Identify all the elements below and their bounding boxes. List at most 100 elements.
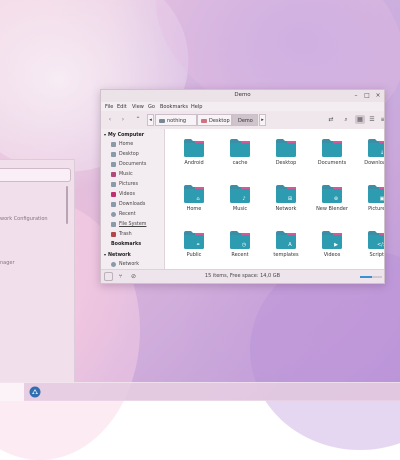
sidebar-item-recent[interactable]: Recent [101, 210, 164, 219]
status-text: 15 items, Free space: 14,0 GB [204, 273, 281, 279]
background-window[interactable]: work Configuration nager [0, 159, 75, 383]
sidebar: ▾ My Computer Home Desktop Documents Musi… [101, 129, 165, 269]
folder-android-icon [184, 139, 204, 157]
minimize-button[interactable]: – [352, 92, 360, 100]
folder-glyph: ▣ [380, 196, 385, 202]
folder-cache-icon [230, 139, 250, 157]
folder-glyph: ↓ [380, 150, 384, 156]
desktop-icon [111, 152, 116, 157]
folder-templates-icon: A [276, 231, 296, 249]
file-name: Pictures [368, 206, 385, 212]
menu-bar: File Edit View Go Bookmarks Help [101, 102, 384, 111]
file-item[interactable]: ▣ Pictures [355, 178, 385, 222]
list-view-button[interactable]: ☰ [367, 115, 377, 124]
menu-edit[interactable]: Edit [117, 104, 127, 110]
recent-icon [111, 212, 116, 217]
folder-glyph: </> [377, 242, 385, 248]
sidebar-item-trash[interactable]: Trash [101, 230, 164, 239]
file-item[interactable]: </> Scripts [355, 224, 385, 268]
file-name: Scripts [369, 252, 385, 258]
toolbar: ‹ › ⌃ ◂ nothing Desktop Demo ▸ ⇄ ⌕ ▦ ☰ ≡ [101, 111, 384, 130]
icon-view-button[interactable]: ▦ [355, 115, 365, 124]
file-item[interactable]: ⊞ Network [263, 178, 309, 222]
breadcrumb-nothing[interactable]: nothing [155, 114, 197, 126]
file-item[interactable]: Desktop [263, 132, 309, 176]
folder-music-icon: ♪ [230, 185, 250, 203]
file-item[interactable]: ▶ Videos [309, 224, 355, 268]
folder-recent-icon: ◷ [230, 231, 250, 249]
title-bar[interactable]: Demo – □ × [101, 90, 384, 102]
forward-icon[interactable]: › [119, 116, 127, 124]
sidebar-item-home[interactable]: Home [101, 140, 164, 149]
taskbar-active-item[interactable] [0, 383, 24, 401]
network-icon [111, 262, 116, 267]
search-icon[interactable]: ⌕ [342, 116, 350, 124]
folder-documents-icon [322, 139, 342, 157]
folder-downloads-icon: ↓ [368, 139, 384, 157]
zoom-slider[interactable] [360, 276, 382, 278]
music-icon [111, 172, 116, 177]
back-icon[interactable]: ‹ [106, 116, 114, 124]
file-item[interactable]: cache [217, 132, 263, 176]
file-item[interactable]: ⊛ New Blender [309, 178, 355, 222]
menu-bookmarks[interactable]: Bookmarks [160, 104, 188, 110]
folder-network-icon: ⊞ [276, 185, 296, 203]
file-item[interactable]: ◷ Recent [217, 224, 263, 268]
maximize-button[interactable]: □ [363, 92, 371, 100]
trash-icon [111, 232, 116, 237]
folder-glyph: A [288, 242, 292, 248]
sidebar-item-desktop[interactable]: Desktop [101, 150, 164, 159]
folder-glyph: ◷ [242, 242, 247, 248]
up-icon[interactable]: ⌃ [134, 116, 142, 124]
folder-glyph: ⊞ [288, 196, 292, 202]
file-grid[interactable]: AndroidcacheDesktopDocuments ↓ Downloads ⌂H… [165, 129, 384, 269]
downloads-icon [111, 202, 116, 207]
videos-icon [111, 192, 116, 197]
home-icon [111, 142, 116, 147]
compact-view-button[interactable]: ≡ [378, 115, 384, 124]
breadcrumb-scroll-right-icon[interactable]: ▸ [259, 114, 266, 126]
folder-glyph: ▶ [334, 242, 338, 248]
sidebar-item-music[interactable]: Music [101, 170, 164, 179]
breadcrumb-demo[interactable]: Demo [232, 114, 258, 126]
file-manager-window[interactable]: Demo – □ × File Edit View Go Bookmarks H… [100, 89, 385, 284]
pictures-icon [111, 182, 116, 187]
file-item[interactable]: ♪ Music [217, 178, 263, 222]
folder-glyph: ♪ [242, 196, 245, 202]
file-item[interactable]: ↓ Downloads [355, 132, 384, 176]
menu-go[interactable]: Go [148, 104, 155, 110]
sidebar-item-documents[interactable]: Documents [101, 160, 164, 169]
menu-help[interactable]: Help [191, 104, 202, 110]
file-item[interactable]: ⌂ Home [171, 178, 217, 222]
folder-pictures-icon: ▣ [368, 185, 385, 203]
sidebar-section-network[interactable]: ▾ Network [104, 250, 131, 259]
file-item[interactable]: Atemplates [263, 224, 309, 268]
sidebar-section-my-computer[interactable]: ▾ My Computer [104, 130, 144, 139]
filesystem-icon [111, 222, 116, 227]
folder-glyph: ⌂ [196, 196, 199, 202]
sidebar-item-network[interactable]: Network [101, 260, 164, 269]
folder-glyph: ⊛ [334, 196, 338, 202]
app-launcher-icon[interactable] [29, 386, 41, 398]
window-title: Demo [234, 92, 251, 98]
sidebar-item-downloads[interactable]: Downloads [101, 200, 164, 209]
folder-desktop-icon [276, 139, 296, 157]
sidebar-section-bookmarks[interactable]: Bookmarks [111, 240, 141, 249]
breadcrumb-scroll-left-icon[interactable]: ◂ [147, 114, 154, 126]
file-item[interactable]: Documents [309, 132, 355, 176]
file-item[interactable]: Android [171, 132, 217, 176]
status-bar: ⑂ ⊘ 15 items, Free space: 14,0 GB [101, 269, 384, 283]
sidebar-item-pictures[interactable]: Pictures [101, 180, 164, 189]
folder-public-icon: ⚭ [184, 231, 204, 249]
folder-scripts-icon: </> [368, 231, 385, 249]
breadcrumb-desktop[interactable]: Desktop [197, 114, 232, 126]
folder-glyph: ⚭ [196, 242, 200, 248]
menu-view[interactable]: View [132, 104, 144, 110]
menu-file[interactable]: File [105, 104, 113, 110]
file-item[interactable]: ⚭ Public [171, 224, 217, 268]
location-toggle-icon[interactable]: ⇄ [327, 116, 335, 124]
sidebar-item-file-system[interactable]: File System [101, 220, 164, 229]
desktop-icon [201, 118, 207, 123]
close-button[interactable]: × [374, 92, 382, 100]
sidebar-item-videos[interactable]: Videos [101, 190, 164, 199]
